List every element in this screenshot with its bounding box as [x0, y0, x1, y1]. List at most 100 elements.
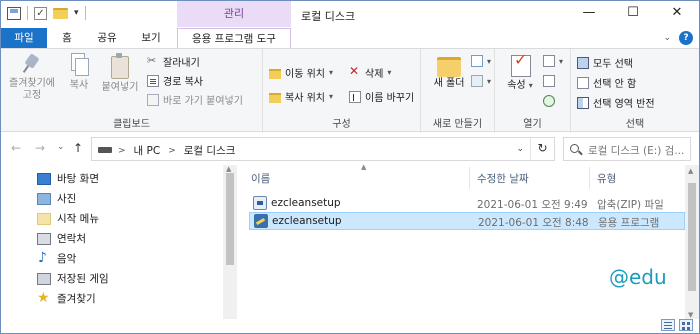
- properties-button[interactable]: 속성 ▾: [503, 53, 537, 92]
- copy-button[interactable]: 복사: [63, 53, 95, 92]
- tab-share[interactable]: 공유: [89, 28, 125, 48]
- file-list-scrollbar[interactable]: ▲ ▼: [685, 165, 699, 321]
- easy-access-button[interactable]: ▾: [471, 75, 491, 87]
- edit-button[interactable]: [543, 75, 555, 87]
- minimize-button[interactable]: —: [567, 1, 611, 27]
- nav-item-desktop[interactable]: 바탕 화면: [37, 171, 99, 186]
- tab-application-tools[interactable]: 응용 프로그램 도구: [177, 28, 291, 48]
- tab-file[interactable]: 파일: [1, 28, 47, 48]
- breadcrumb-separator[interactable]: >: [118, 146, 126, 156]
- copy-icon: [69, 53, 89, 77]
- organize-group: 이동 위치 ▾ 복사 위치 ▾ 삭제 ▾ 이름 바꾸기 구성: [263, 49, 421, 133]
- breadcrumb-local-disk[interactable]: 로컬 디스크: [184, 143, 236, 158]
- breadcrumb-this-pc[interactable]: 내 PC: [134, 143, 161, 158]
- address-bar[interactable]: > 내 PC > 로컬 디스크 ⌄ ↻: [91, 137, 555, 161]
- open-button[interactable]: ▾: [543, 55, 563, 67]
- delete-dropdown-icon: ▾: [387, 68, 392, 77]
- large-icons-view-icon[interactable]: [679, 319, 693, 331]
- new-item-dropdown-icon: ▾: [487, 56, 492, 66]
- nav-item-pictures[interactable]: 사진: [37, 191, 76, 206]
- nav-item-label: 연락처: [57, 233, 86, 245]
- easy-access-icon: [471, 75, 483, 87]
- search-icon: [570, 144, 579, 153]
- new-folder-qat-icon[interactable]: [53, 7, 68, 19]
- address-dropdown-chevron-icon[interactable]: ⌄: [516, 144, 524, 154]
- delete-button[interactable]: 삭제 ▾: [349, 64, 392, 81]
- quick-access-toolbar: ✓ ▾: [7, 6, 86, 20]
- zip-file-icon: [253, 196, 267, 210]
- select-group-label: 선택: [625, 119, 645, 130]
- history-icon: [543, 95, 555, 107]
- forward-arrow-icon[interactable]: →: [35, 141, 45, 155]
- column-divider[interactable]: [469, 167, 470, 189]
- breadcrumb-separator[interactable]: >: [168, 146, 176, 156]
- move-to-label: 이동 위치: [285, 69, 325, 80]
- paste-label: 붙여넣기: [101, 82, 139, 93]
- file-row-selected[interactable]: ezcleansetup 2021-06-01 오전 8:48 응용 프로그램: [249, 212, 685, 230]
- window-controls: — ☐ ✕: [567, 1, 699, 27]
- scroll-down-arrow-icon[interactable]: ▼: [688, 311, 693, 319]
- select-none-button[interactable]: 선택 안 함: [577, 75, 636, 90]
- edit-icon: [543, 75, 555, 87]
- nav-pane-scrollbar[interactable]: ▲: [223, 165, 237, 321]
- nav-item-saved-games[interactable]: 저장된 게임: [37, 271, 109, 286]
- column-divider[interactable]: [589, 167, 590, 189]
- help-icon[interactable]: ?: [679, 31, 693, 45]
- cut-label: 잘라내기: [163, 58, 200, 69]
- tab-view[interactable]: 보기: [131, 28, 171, 48]
- copy-path-button[interactable]: 경로 복사: [147, 73, 203, 88]
- nav-item-label: 음악: [57, 253, 77, 265]
- move-to-button[interactable]: 이동 위치 ▾: [269, 65, 333, 80]
- sort-caret-icon: ▲: [361, 163, 367, 171]
- cut-button[interactable]: 잘라내기: [147, 54, 200, 70]
- details-view-icon[interactable]: [661, 319, 675, 331]
- nav-pane-scroll-thumb[interactable]: [226, 173, 234, 265]
- new-item-button[interactable]: ▾: [471, 55, 491, 67]
- file-list-scroll-thumb[interactable]: [688, 183, 696, 291]
- paste-shortcut-button[interactable]: 바로 가기 붙여넣기: [147, 92, 243, 107]
- file-type: 응용 프로그램: [598, 217, 660, 229]
- nav-item-label: 바탕 화면: [57, 173, 99, 185]
- pictures-icon: [37, 192, 51, 205]
- rename-button[interactable]: 이름 바꾸기: [349, 89, 414, 104]
- copy-to-dropdown-icon: ▾: [328, 92, 333, 101]
- file-row[interactable]: ezcleansetup 2021-06-01 오전 9:49 압축(ZIP) …: [249, 195, 685, 213]
- paste-button[interactable]: 붙여넣기: [99, 53, 141, 94]
- copy-to-button[interactable]: 복사 위치 ▾: [269, 89, 333, 104]
- ribbon-collapse-chevron-icon[interactable]: ⌄: [663, 33, 671, 43]
- qat-dropdown-icon[interactable]: ▾: [74, 8, 79, 18]
- new-folder-button[interactable]: 새 폴더: [431, 53, 467, 90]
- properties-check-icon[interactable]: ✓: [34, 6, 47, 20]
- file-name: ezcleansetup: [272, 215, 342, 227]
- search-box[interactable]: 로컬 디스크 (E:) 검...: [563, 137, 691, 161]
- contacts-icon: [37, 232, 51, 245]
- column-header-date[interactable]: 수정한 날짜: [477, 171, 529, 186]
- new-group: 새 폴더 ▾ ▾ 새로 만들기: [421, 49, 495, 133]
- select-all-button[interactable]: 모두 선택: [577, 55, 633, 70]
- tab-home[interactable]: 홈: [49, 28, 85, 48]
- back-arrow-icon[interactable]: ←: [11, 141, 21, 155]
- context-tab-manage: 관리: [177, 1, 291, 27]
- easy-access-dropdown-icon: ▾: [487, 76, 492, 86]
- pin-to-quick-access-button[interactable]: 즐겨찾기에 고정: [5, 53, 59, 102]
- column-header-name[interactable]: 이름: [251, 171, 270, 186]
- nav-item-music[interactable]: 음악: [37, 250, 77, 266]
- recent-locations-chevron-icon[interactable]: ⌄: [57, 142, 65, 152]
- nav-item-start-menu[interactable]: 시작 메뉴: [37, 211, 99, 226]
- scroll-up-arrow-icon[interactable]: ▲: [688, 167, 693, 175]
- maximize-button[interactable]: ☐: [611, 1, 655, 27]
- file-list-pane: 이름 ▲ 수정한 날짜 유형 ezcleansetup 2021-06-01 오…: [241, 163, 699, 321]
- history-button[interactable]: [543, 95, 555, 107]
- music-icon: [37, 250, 51, 266]
- delete-label: 삭제: [365, 69, 384, 80]
- column-header-type[interactable]: 유형: [597, 171, 616, 186]
- scroll-up-arrow-icon[interactable]: ▲: [226, 165, 231, 173]
- nav-item-favorites[interactable]: 즐겨찾기: [37, 290, 96, 306]
- save-icon[interactable]: [7, 6, 21, 20]
- status-bar: [1, 319, 699, 333]
- up-arrow-icon[interactable]: ↑: [73, 141, 83, 155]
- close-button[interactable]: ✕: [655, 1, 699, 27]
- refresh-icon[interactable]: ↻: [530, 138, 554, 160]
- nav-item-contacts[interactable]: 연락처: [37, 231, 86, 246]
- invert-selection-button[interactable]: 선택 영역 반전: [577, 95, 655, 110]
